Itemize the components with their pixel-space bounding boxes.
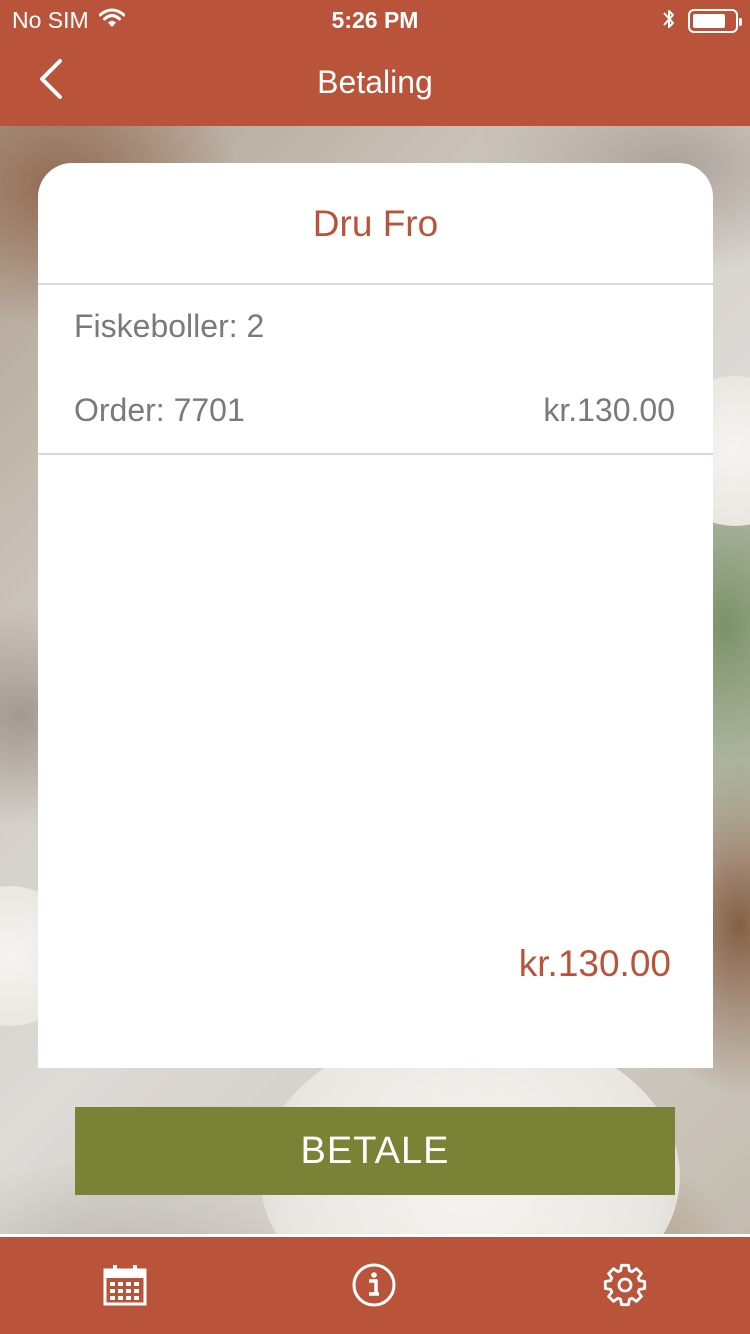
receipt-torn-edge — [38, 1046, 713, 1068]
status-time: 5:26 PM — [331, 7, 419, 33]
divider — [38, 283, 713, 285]
tab-bar — [0, 1234, 750, 1334]
battery-level — [693, 14, 725, 28]
restaurant-name: Dru Fro — [312, 203, 439, 244]
tab-settings[interactable] — [599, 1261, 651, 1313]
order-number: Order: 7701 — [74, 392, 245, 428]
status-right — [662, 7, 742, 36]
total-amount: kr.130.00 — [518, 943, 671, 984]
battery-icon — [688, 9, 742, 33]
tab-info[interactable] — [348, 1261, 400, 1313]
receipt-card: Dru Fro Fiskeboller: 2 Order: 7701 kr.13… — [38, 163, 713, 1068]
calendar-icon — [103, 1264, 147, 1311]
status-bar: No SIM 5:26 PM — [0, 0, 750, 40]
order-item: Fiskeboller: 2 — [74, 308, 265, 344]
order-line: Order: 7701 kr.130.00 — [74, 392, 675, 429]
tab-calendar[interactable] — [99, 1261, 151, 1313]
pay-button[interactable]: BETALE — [75, 1107, 675, 1195]
divider — [38, 453, 713, 455]
gear-icon — [602, 1262, 648, 1313]
page-title: Betaling — [317, 64, 433, 100]
info-icon — [351, 1262, 397, 1313]
order-amount: kr.130.00 — [543, 392, 675, 428]
navigation-bar: Betaling — [0, 40, 750, 126]
bluetooth-icon — [662, 7, 676, 36]
